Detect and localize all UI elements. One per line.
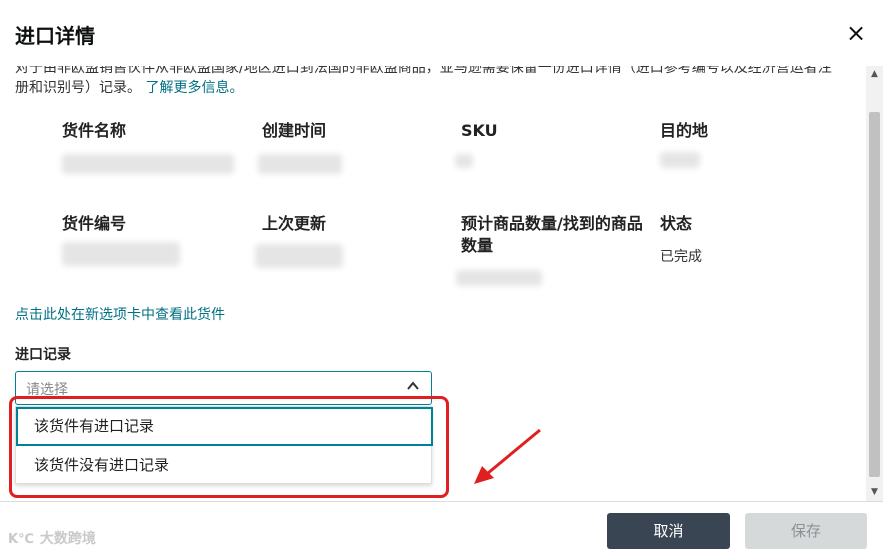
watermark: K℃ 大数跨境 bbox=[8, 528, 96, 548]
import-record-select[interactable]: 请选择 bbox=[15, 371, 432, 405]
annotation-arrow bbox=[474, 428, 541, 484]
watermark-logo: K℃ bbox=[8, 532, 34, 547]
watermark-text: 大数跨境 bbox=[39, 531, 96, 547]
label-status: 状态 bbox=[660, 214, 693, 233]
redacted-sku bbox=[455, 154, 473, 168]
modal-header: 进口详情 × bbox=[0, 0, 883, 66]
label-last-updated: 上次更新 bbox=[262, 214, 327, 233]
vertical-scrollbar[interactable]: ▲ ▼ bbox=[866, 66, 883, 501]
import-details-modal: 进口详情 × 对于由非欧盟销售伙伴从非欧盟国家/地区进口到法国的非欧盟商品，亚马… bbox=[0, 0, 883, 556]
option-no-import-record[interactable]: 该货件没有进口记录 bbox=[16, 446, 433, 485]
scroll-up-icon[interactable]: ▲ bbox=[866, 66, 883, 83]
label-sku: SKU bbox=[461, 121, 498, 140]
redacted-shipment-id bbox=[62, 242, 180, 266]
intro-text: 对于由非欧盟销售伙伴从非欧盟国家/地区进口到法国的非欧盟商品，亚马逊需要保留一份… bbox=[15, 66, 845, 106]
modal-footer: 取消 保存 bbox=[0, 501, 883, 556]
status-value: 已完成 bbox=[660, 249, 702, 265]
redacted-last-updated bbox=[255, 244, 343, 268]
redacted-shipment-name bbox=[62, 154, 234, 174]
chevron-up-icon bbox=[407, 381, 419, 390]
label-created-time: 创建时间 bbox=[262, 121, 327, 140]
scroll-down-icon[interactable]: ▼ bbox=[866, 484, 883, 501]
scroll-thumb[interactable] bbox=[869, 112, 880, 477]
modal-content: 对于由非欧盟销售伙伴从非欧盟国家/地区进口到法国的非欧盟商品，亚马逊需要保留一份… bbox=[0, 66, 866, 501]
learn-more-link[interactable]: 了解更多信息。 bbox=[145, 80, 243, 96]
redacted-quantity bbox=[456, 270, 542, 286]
import-record-label: 进口记录 bbox=[15, 347, 71, 363]
import-record-dropdown: 该货件有进口记录 该货件没有进口记录 bbox=[15, 406, 433, 485]
label-destination: 目的地 bbox=[660, 121, 709, 140]
view-shipment-link[interactable]: 点击此处在新选项卡中查看此货件 bbox=[15, 304, 225, 324]
intro-description: 对于由非欧盟销售伙伴从非欧盟国家/地区进口到法国的非欧盟商品，亚马逊需要保留一份… bbox=[15, 66, 832, 96]
option-has-import-record[interactable]: 该货件有进口记录 bbox=[16, 407, 433, 446]
redacted-destination bbox=[660, 152, 700, 168]
redacted-created-time bbox=[258, 154, 342, 174]
select-placeholder: 请选择 bbox=[26, 382, 68, 398]
save-button[interactable]: 保存 bbox=[745, 513, 867, 549]
cancel-button[interactable]: 取消 bbox=[607, 513, 730, 549]
label-shipment-id: 货件编号 bbox=[62, 214, 127, 233]
label-shipment-name: 货件名称 bbox=[62, 121, 127, 140]
close-icon[interactable]: × bbox=[842, 19, 870, 47]
modal-title: 进口详情 bbox=[15, 24, 95, 48]
label-quantity: 预计商品数量/找到的商品数量 bbox=[461, 214, 643, 255]
